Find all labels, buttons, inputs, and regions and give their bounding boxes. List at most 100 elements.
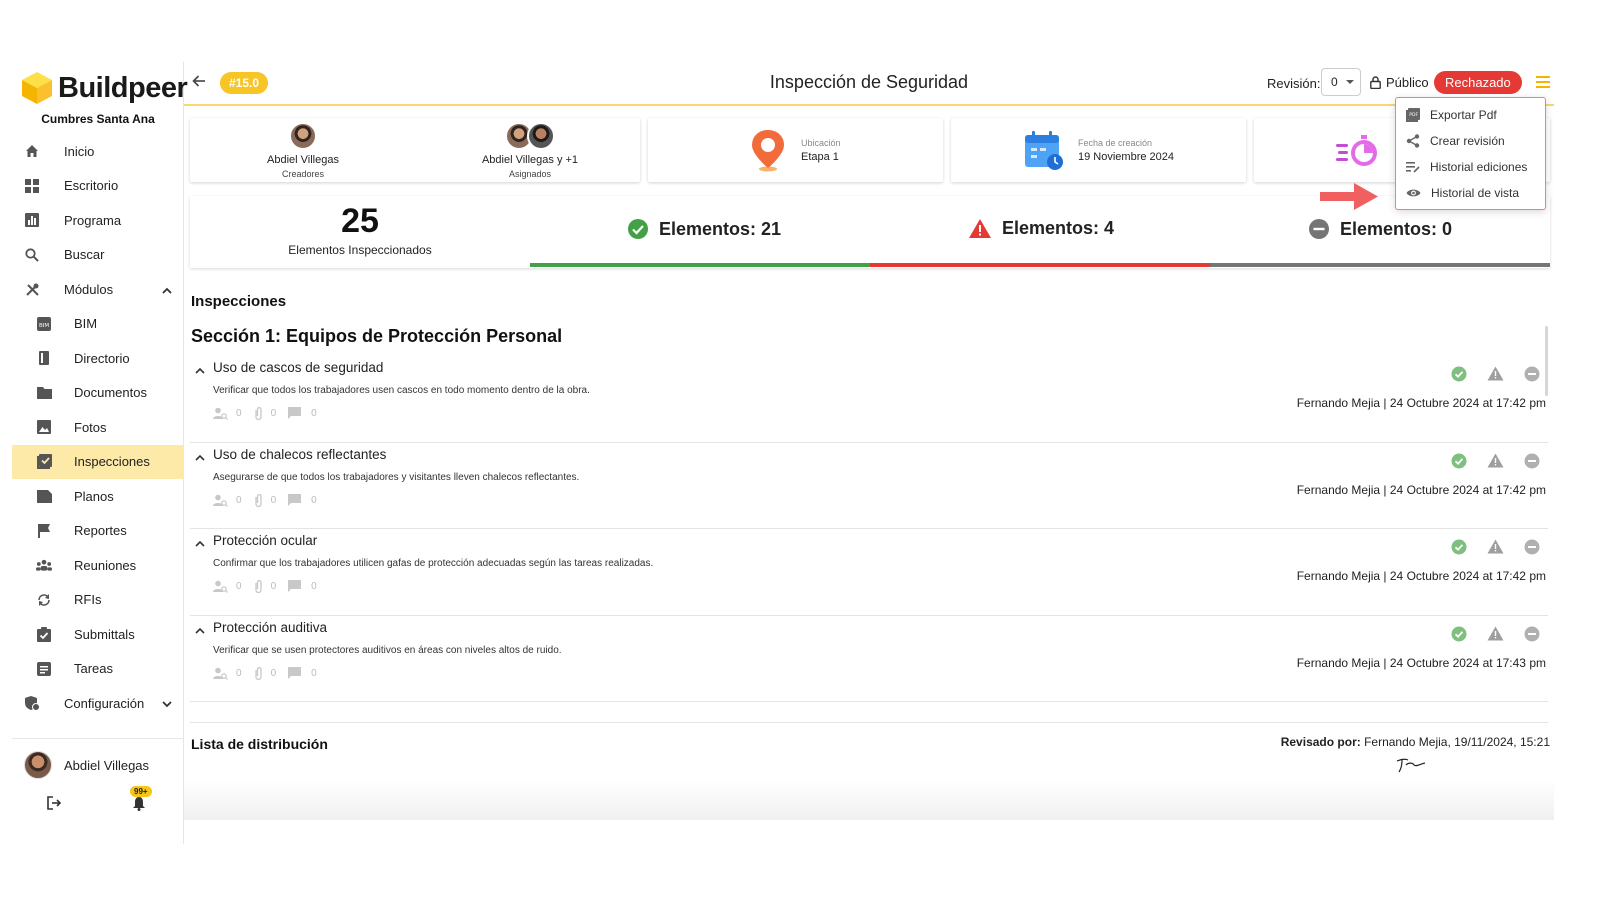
sidebar-item-directorio[interactable]: Directorio [12, 341, 184, 376]
collapse-caret-icon[interactable] [195, 535, 205, 550]
attachments-button[interactable]: 0 [254, 493, 276, 508]
assign-user-button[interactable]: 0 [213, 667, 242, 680]
svg-text:PDF: PDF [1409, 112, 1418, 118]
na-status-icon[interactable] [1524, 539, 1540, 555]
menu-item-export-pdf[interactable]: PDF Exportar Pdf [1396, 102, 1545, 128]
menu-item-view-history[interactable]: Historial de vista [1396, 180, 1545, 206]
sidebar-item-documentos[interactable]: Documentos [12, 376, 184, 411]
calendar-icon [1025, 131, 1063, 170]
attachments-button[interactable]: 0 [254, 579, 277, 594]
avatar [527, 122, 555, 150]
assign-user-button[interactable]: 0 [213, 494, 242, 507]
ok-stat[interactable]: Elementos: 21 [627, 218, 781, 240]
bim-icon: BIM [36, 316, 52, 332]
location-pin-icon [752, 130, 784, 172]
scrollbar[interactable] [1545, 326, 1548, 396]
sidebar-item-reportes[interactable]: Reportes [12, 514, 184, 549]
bell-icon [133, 796, 145, 811]
na-status-icon[interactable] [1524, 366, 1540, 382]
collapse-caret-icon[interactable] [195, 622, 205, 637]
chevron-up-icon[interactable] [162, 282, 172, 297]
warning-stat[interactable]: Elementos: 4 [968, 218, 1114, 239]
sidebar-item-label: Reportes [74, 523, 127, 539]
notifications-button[interactable]: 99+ [130, 785, 152, 814]
chevron-down-icon[interactable] [162, 696, 172, 711]
sidebar-item-submittals[interactable]: Submittals [12, 617, 184, 652]
sidebar-item-fotos[interactable]: Fotos [12, 410, 184, 445]
ok-status-icon[interactable] [1451, 453, 1467, 469]
logo[interactable]: Buildpeer [20, 70, 188, 106]
ok-status-icon[interactable] [1451, 539, 1467, 555]
users-count: 0 [236, 581, 242, 592]
menu-item-label: Historial ediciones [1430, 160, 1528, 174]
assign-user-button[interactable]: 0 [213, 580, 242, 593]
sidebar-item-inspecciones[interactable]: Inspecciones [12, 444, 184, 479]
total-stat: 25 Elementos Inspeccionados [190, 202, 530, 257]
ok-status-icon[interactable] [1451, 366, 1467, 382]
sidebar-item-modulos[interactable]: Módulos [12, 272, 184, 307]
comments-button[interactable]: 0 [288, 407, 317, 420]
total-count: 25 [341, 202, 379, 240]
collapse-caret-icon[interactable] [195, 362, 205, 377]
warning-bar [870, 263, 1210, 267]
group-icon [36, 557, 52, 573]
sidebar-item-rfis[interactable]: RFIs [12, 583, 184, 618]
assign-user-button[interactable]: 0 [213, 407, 242, 420]
sidebar-item-bim[interactable]: BIM BIM [12, 307, 184, 342]
warning-status-icon[interactable] [1487, 366, 1504, 381]
item-inspected-by: Fernando Mejia | 24 Octubre 2024 at 17:4… [1296, 396, 1546, 410]
sidebar-item-reuniones[interactable]: Reuniones [12, 548, 184, 583]
warning-status-icon[interactable] [1487, 453, 1504, 468]
comments-count: 0 [311, 408, 317, 419]
distribution-title: Lista de distribución [191, 736, 328, 752]
menu-item-create-revision[interactable]: Crear revisión [1396, 128, 1545, 154]
files-count: 0 [270, 408, 277, 419]
menu-item-label: Historial de vista [1431, 186, 1520, 200]
item-description: Verificar que todos los trabajadores use… [213, 385, 590, 396]
na-status-icon[interactable] [1524, 626, 1540, 642]
visibility-toggle[interactable]: Público [1370, 75, 1429, 90]
status-badge[interactable]: Rechazado [1434, 71, 1522, 94]
paperclip-icon [254, 580, 262, 594]
eye-icon [1406, 189, 1421, 197]
files-count: 0 [270, 581, 277, 592]
user-search-icon [213, 407, 228, 420]
creators[interactable]: Abdiel Villegas Creadores [248, 122, 358, 179]
sidebar-item-planos[interactable]: Planos [12, 479, 184, 514]
sidebar-item-programa[interactable]: Programa [12, 203, 184, 238]
inspections-title: Inspecciones [191, 293, 287, 310]
sidebar-item-escritorio[interactable]: Escritorio [12, 169, 184, 204]
collapse-caret-icon[interactable] [195, 449, 205, 464]
sidebar-item-inicio[interactable]: Inicio [12, 134, 184, 169]
comments-button[interactable]: 0 [288, 493, 317, 507]
attachments-button[interactable]: 0 [254, 406, 277, 421]
sidebar-item-tareas[interactable]: Tareas [12, 652, 184, 687]
item-inspected-by: Fernando Mejia | 24 Octubre 2024 at 17:4… [1296, 655, 1546, 670]
na-count: Elementos: 0 [1340, 218, 1453, 239]
item-title: Protección auditiva [213, 619, 328, 635]
sidebar-item-configuracion[interactable]: Configuración [12, 686, 184, 721]
sidebar-item-label: Inspecciones [74, 454, 150, 470]
comments-count: 0 [311, 667, 317, 679]
settings-shield-icon [24, 695, 40, 711]
inspection-list: Uso de cascos de seguridad Verificar que… [190, 356, 1548, 710]
sidebar-item-buscar[interactable]: Buscar [12, 238, 184, 273]
comments-button[interactable]: 0 [288, 666, 317, 680]
inspection-item: Protección auditiva Verificar que se use… [190, 616, 1548, 702]
menu-item-edit-history[interactable]: Historial ediciones [1396, 154, 1545, 180]
revision-select[interactable]: 0 [1321, 68, 1361, 96]
user-profile[interactable]: Abdiel Villegas [12, 739, 184, 779]
comments-button[interactable]: 0 [288, 580, 317, 593]
logout-icon[interactable] [46, 795, 62, 814]
attachments-button[interactable]: 0 [254, 666, 276, 681]
warning-status-icon[interactable] [1487, 626, 1504, 641]
na-stat[interactable]: Elementos: 0 [1308, 218, 1452, 240]
ok-status-icon[interactable] [1451, 626, 1467, 642]
warning-status-icon[interactable] [1487, 539, 1504, 554]
item-inspected-by: Fernando Mejia | 24 Octubre 2024 at 17:4… [1296, 482, 1546, 497]
stopwatch-icon [1336, 135, 1377, 166]
na-status-icon[interactable] [1524, 453, 1540, 469]
assignees[interactable]: Abdiel Villegas y +1 Asignados [470, 122, 590, 179]
users-count: 0 [236, 408, 242, 419]
menu-icon[interactable] [1536, 76, 1550, 91]
